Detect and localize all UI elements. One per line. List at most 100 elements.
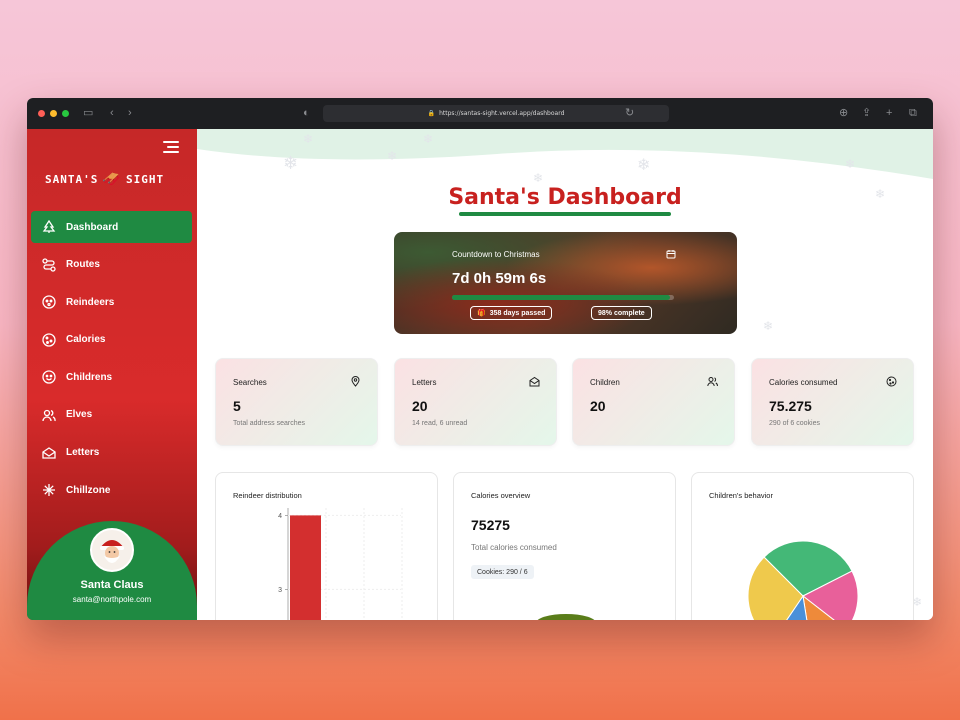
sidebar-item-label: Chillzone bbox=[66, 484, 111, 496]
logo-text-right: SIGHT bbox=[126, 172, 165, 186]
snowflake-decoration: ❄ bbox=[763, 319, 774, 333]
new-tab-icon[interactable]: + bbox=[886, 106, 892, 120]
reindeer-icon bbox=[41, 294, 57, 310]
profile-name: Santa Claus bbox=[80, 579, 144, 591]
minimize-window-dot[interactable] bbox=[50, 110, 57, 117]
route-icon bbox=[41, 257, 57, 273]
y-tick-label: 4 bbox=[278, 513, 282, 520]
sidebar-item-label: Routes bbox=[66, 259, 100, 271]
snowflake-decoration: ❄ bbox=[845, 157, 856, 171]
sidebar-item-letters[interactable]: Letters bbox=[31, 437, 192, 469]
cookie-icon bbox=[886, 376, 897, 387]
app-logo[interactable]: SANTA'S 🛷 SIGHT bbox=[45, 169, 179, 189]
countdown-time: 7d 0h 59m 6s bbox=[452, 270, 547, 287]
snowflake-decoration: ❄ bbox=[637, 157, 651, 174]
shield-icon[interactable]: ◐ bbox=[303, 106, 310, 120]
childrens-behavior-card: Children's behavior bbox=[691, 472, 914, 620]
sidebar-item-label: Elves bbox=[66, 409, 93, 421]
share-icon[interactable]: ⇪ bbox=[862, 106, 871, 120]
stat-subtext: 14 read, 6 unread bbox=[412, 420, 468, 427]
reindeer-distribution-card: Reindeer distribution 234 bbox=[215, 472, 438, 620]
users-icon bbox=[41, 407, 57, 423]
stat-value: 20 bbox=[590, 398, 606, 414]
stat-card-letters[interactable]: Letters 20 14 read, 6 unread bbox=[394, 358, 557, 446]
sidebar-item-routes[interactable]: Routes bbox=[31, 249, 192, 281]
address-bar[interactable]: 🔒 https://santas-sight.vercel.app/dashbo… bbox=[323, 105, 669, 122]
sidebar-item-label: Calories bbox=[66, 334, 106, 346]
snowflake-decoration: ❄ bbox=[387, 149, 398, 163]
logo-text-left: SANTA'S bbox=[45, 172, 99, 186]
page-title: Santa's Dashboard bbox=[197, 185, 933, 216]
gauge-arc bbox=[537, 614, 595, 620]
snowflake-decoration: ❄ bbox=[533, 171, 544, 185]
menu-icon[interactable] bbox=[163, 141, 179, 153]
profile-email: santa@northpole.com bbox=[72, 595, 152, 604]
countdown-progress-fill bbox=[452, 295, 670, 300]
envelope-icon bbox=[41, 445, 57, 461]
gift-icon: 🎁 bbox=[477, 310, 486, 317]
sidebar-item-reindeers[interactable]: Reindeers bbox=[31, 286, 192, 318]
sidebar-item-calories[interactable]: Calories bbox=[31, 324, 192, 356]
users-icon bbox=[707, 377, 718, 387]
stat-label: Calories consumed bbox=[769, 378, 838, 387]
browser-window: ▭ ‹ › ◐ 🔒 https://santas-sight.vercel.ap… bbox=[27, 98, 933, 620]
behavior-pie-chart bbox=[747, 540, 859, 620]
forward-icon[interactable]: › bbox=[128, 106, 132, 120]
stat-card-searches[interactable]: Searches 5 Total address searches bbox=[215, 358, 378, 446]
calories-overview-card: Calories overview 75275 Total calories c… bbox=[453, 472, 676, 620]
countdown-progress-bar bbox=[452, 295, 674, 300]
countdown-label: Countdown to Christmas bbox=[452, 250, 540, 259]
bar[interactable] bbox=[290, 515, 321, 620]
lock-icon: 🔒 bbox=[427, 110, 436, 117]
sidebar-toggle-icon[interactable]: ▭ bbox=[83, 106, 93, 120]
cookie-icon bbox=[41, 332, 57, 348]
tree-icon bbox=[41, 219, 57, 235]
calendar-icon bbox=[666, 250, 676, 259]
smiley-icon bbox=[41, 369, 57, 385]
sidebar: SANTA'S 🛷 SIGHT Dashboard Routes Reindee… bbox=[27, 129, 197, 620]
close-window-dot[interactable] bbox=[38, 110, 45, 117]
calories-gauge bbox=[537, 614, 595, 620]
complete-text: 98% complete bbox=[598, 309, 645, 317]
stat-value: 75.275 bbox=[769, 398, 812, 414]
sidebar-nav: Dashboard Routes Reindeers Calories Chil… bbox=[31, 211, 192, 512]
user-profile[interactable]: Santa Claus santa@northpole.com bbox=[27, 521, 197, 620]
mail-open-icon bbox=[529, 376, 540, 387]
map-pin-icon bbox=[351, 376, 360, 387]
browser-titlebar: ▭ ‹ › ◐ 🔒 https://santas-sight.vercel.ap… bbox=[27, 98, 933, 129]
y-tick-label: 3 bbox=[278, 587, 282, 594]
sidebar-item-dashboard[interactable]: Dashboard bbox=[31, 211, 192, 243]
stat-label: Searches bbox=[233, 378, 267, 387]
maximize-window-dot[interactable] bbox=[62, 110, 69, 117]
days-passed-text: 358 days passed bbox=[489, 309, 546, 317]
snowflake-decoration: ❄ bbox=[303, 132, 314, 146]
back-icon[interactable]: ‹ bbox=[110, 106, 114, 120]
title-underline bbox=[459, 212, 671, 216]
avatar bbox=[90, 528, 134, 572]
page-title-text: Santa's Dashboard bbox=[448, 185, 682, 210]
sidebar-item-label: Letters bbox=[66, 447, 100, 459]
sidebar-item-chillzone[interactable]: Chillzone bbox=[31, 474, 192, 506]
complete-badge: 98% complete bbox=[591, 306, 652, 320]
snowflake-icon bbox=[41, 482, 57, 498]
stat-label: Letters bbox=[412, 378, 437, 387]
url-text: https://santas-sight.vercel.app/dashboar… bbox=[439, 110, 565, 117]
stat-label: Children bbox=[590, 378, 620, 387]
main-content: ❄ ❄ ❄ ❄ ❄ ❄ ❄ ❄ ❄ ❄ Santa's Dashboard Co… bbox=[197, 129, 933, 620]
sidebar-item-elves[interactable]: Elves bbox=[31, 399, 192, 431]
stat-value: 5 bbox=[233, 398, 241, 414]
countdown-card: Countdown to Christmas 7d 0h 59m 6s 🎁 35… bbox=[394, 232, 737, 334]
download-icon[interactable]: ⊕ bbox=[839, 106, 848, 120]
tabs-overview-icon[interactable]: ⧉ bbox=[909, 106, 917, 120]
snowflake-decoration: ❄ bbox=[423, 132, 434, 146]
sidebar-item-label: Childrens bbox=[66, 371, 113, 383]
stat-card-calories[interactable]: Calories consumed 75.275 290 of 6 cookie… bbox=[751, 358, 914, 446]
reindeer-bar-chart: 234 bbox=[278, 508, 403, 620]
sidebar-item-childrens[interactable]: Childrens bbox=[31, 361, 192, 393]
sidebar-item-label: Reindeers bbox=[66, 296, 115, 308]
reload-icon[interactable]: ↻ bbox=[625, 106, 634, 120]
snowflake-decoration: ❄ bbox=[283, 153, 299, 173]
stat-subtext: 290 of 6 cookies bbox=[769, 420, 820, 427]
days-passed-badge: 🎁 358 days passed bbox=[470, 306, 553, 320]
stat-card-children[interactable]: Children 20 bbox=[572, 358, 735, 446]
